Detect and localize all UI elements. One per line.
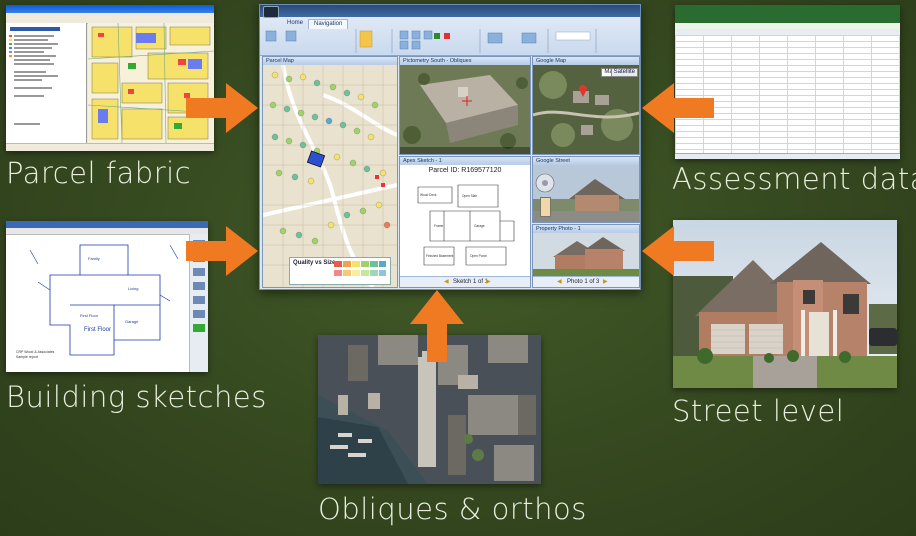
map-legend: Quality vs Size — [289, 257, 391, 285]
pane-header-apex-sketch: Apex Sketch - 1 — [400, 157, 530, 165]
svg-text:Sample report: Sample report — [16, 355, 38, 359]
svg-text:Wood Deck: Wood Deck — [420, 193, 437, 197]
parcel-fabric-screenshot — [6, 5, 214, 151]
svg-text:Open Slab: Open Slab — [462, 194, 477, 198]
sketch-toolbar — [6, 228, 208, 235]
ribbon-tool-icons[interactable] — [260, 29, 640, 55]
sketch-pager: ◀ Sketch 1 of 1 ▶ — [400, 276, 530, 287]
app-title-bar — [260, 5, 640, 17]
spreadsheet-status-bar — [675, 153, 900, 159]
pane-header-google-street: Google Street — [533, 157, 639, 165]
legend-title: Quality vs Size — [293, 260, 336, 266]
arrow-left-bottom-icon — [642, 226, 714, 276]
svg-text:Living: Living — [128, 286, 138, 291]
pane-google-map[interactable]: Google Map Map Satellite — [532, 56, 640, 155]
photo-prev-icon[interactable]: ◀ — [557, 278, 562, 285]
svg-text:Finished Basement: Finished Basement — [426, 254, 453, 258]
svg-text:CRP Wood & Associates: CRP Wood & Associates — [16, 350, 55, 354]
apex-sketch-drawing: Wood Deck Open Slab Frame Garage Finished Ba… — [417, 184, 515, 266]
sketch-page-label: Sketch 1 of 1 — [453, 279, 489, 285]
gis-table-of-contents — [6, 23, 87, 143]
property-photo-image — [533, 233, 639, 277]
caption-building-sketches: Building sketches — [6, 380, 267, 414]
svg-text:Open Porch: Open Porch — [470, 254, 487, 258]
caption-parcel-fabric: Parcel fabric — [6, 156, 192, 190]
sketch-title-bar — [6, 221, 208, 228]
assessment-spreadsheet-screenshot — [675, 5, 900, 159]
arrow-right-bottom-icon — [186, 226, 258, 276]
pane-property-photo[interactable]: Property Photo - 1 ◀ Photo 1 of 3 ▶ — [532, 224, 640, 288]
svg-text:Frame: Frame — [434, 224, 443, 228]
pane-header-property-photo: Property Photo - 1 — [533, 225, 639, 233]
street-zoom-control[interactable] — [540, 197, 551, 217]
pane-header-google-map: Google Map — [533, 57, 639, 65]
pane-apex-sketch[interactable]: Apex Sketch - 1 Parcel ID: R169577120 Wo… — [399, 156, 531, 288]
photo-page-label: Photo 1 of 3 — [567, 279, 600, 285]
arrow-left-top-icon — [642, 83, 714, 133]
caption-assessment-data: Assessment data — [672, 162, 916, 196]
appraisal-app-window: Home Navigation Parcel Map Quality vs Si… — [259, 4, 641, 290]
svg-text:First Floor: First Floor — [84, 327, 111, 333]
photo-pager: ◀ Photo 1 of 3 ▶ — [533, 276, 639, 287]
building-sketch-screenshot: Family Living First Floor Garage First Floo… — [6, 221, 208, 372]
tab-navigation[interactable]: Navigation — [308, 19, 349, 29]
photo-next-icon[interactable]: ▶ — [603, 278, 608, 285]
caption-obliques-orthos: Obliques & orthos — [318, 492, 587, 526]
spreadsheet-ribbon — [675, 5, 900, 23]
arrow-up-icon — [410, 290, 464, 362]
pane-pictometry-oblique[interactable]: Pictometry South - Obliques — [399, 56, 531, 155]
gis-status-bar — [6, 143, 214, 151]
svg-text:Family: Family — [88, 256, 100, 261]
floor-plan-drawing: Family Living First Floor Garage First Floo… — [16, 244, 179, 359]
svg-text:First Floor: First Floor — [80, 313, 99, 318]
pane-parcel-map[interactable]: Parcel Map Quality vs Size — [262, 56, 398, 288]
arrow-right-top-icon — [186, 83, 258, 133]
tab-home[interactable]: Home — [282, 19, 308, 28]
pane-header-map: Parcel Map — [263, 57, 397, 65]
app-logo-icon[interactable] — [263, 6, 279, 18]
parcel-id-label: Parcel ID: R169577120 — [428, 167, 502, 174]
oblique-image[interactable] — [400, 65, 530, 154]
caption-street-level: Street level — [672, 394, 845, 428]
app-ribbon: Home Navigation — [260, 5, 640, 56]
parcel-map-canvas[interactable] — [263, 65, 397, 287]
google-satellite-image[interactable] — [533, 65, 639, 154]
pane-header-oblique: Pictometry South - Obliques — [400, 57, 530, 65]
legend-swatches — [334, 261, 386, 276]
satellite-mode-button[interactable]: Satellite — [610, 68, 638, 77]
svg-text:Garage: Garage — [125, 319, 139, 324]
gis-title-bar — [6, 5, 214, 13]
sketch-prev-icon[interactable]: ◀ — [444, 278, 449, 285]
pane-google-street[interactable]: Google Street — [532, 156, 640, 223]
sketch-next-icon[interactable]: ▶ — [486, 278, 491, 285]
svg-text:Garage: Garage — [474, 224, 485, 228]
